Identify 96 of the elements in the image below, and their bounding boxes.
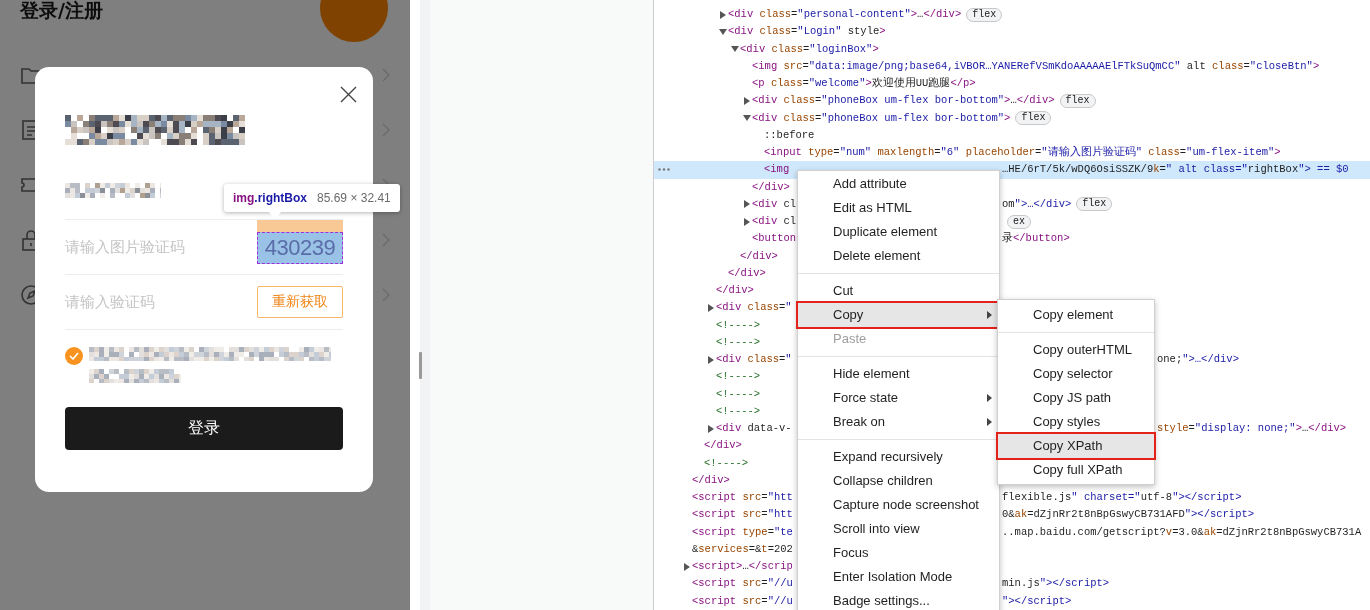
dom-node-text[interactable]: <!----> (716, 385, 761, 403)
page-title: 登录/注册 (19, 0, 104, 20)
dom-node-text[interactable]: <script src="//u (692, 592, 793, 610)
dom-node-text[interactable]: <!----> (716, 402, 761, 420)
dom-node-text[interactable]: </div> (740, 247, 778, 265)
dom-node-text[interactable]: <div class=" (716, 299, 792, 317)
menu-item[interactable]: Enter Isolation Mode (798, 565, 999, 589)
menu-item[interactable]: Edit as HTML (798, 196, 999, 220)
menu-item[interactable]: Copy XPath (998, 434, 1154, 458)
checkbox[interactable] (65, 347, 83, 365)
more-icon[interactable] (658, 168, 670, 172)
layout-badge[interactable]: flex (1076, 197, 1113, 212)
menu-item[interactable]: Hide element (798, 362, 999, 386)
dom-node-text[interactable]: "></script> (1002, 592, 1072, 610)
menu-item[interactable]: Expand recursively (798, 445, 999, 469)
dom-node-text[interactable]: <div class="phoneBox um-flex bor-bottom">…</div> (752, 92, 1055, 110)
dom-node-text[interactable]: <!----> (716, 368, 761, 386)
input-field[interactable]: 请输入图片验证码 (65, 238, 225, 256)
dom-node-text[interactable]: ..map.baidu.com/getscript?v=3.0&ak=dZjnRr2t8nBpGswyCB731A (1002, 523, 1362, 541)
dom-node-text[interactable]: &services=&t=202 (692, 540, 793, 558)
dom-node-text[interactable]: <button (752, 230, 797, 248)
menu-item[interactable]: Badge settings... (798, 589, 999, 610)
dom-node-text[interactable]: <input type="num" maxlength="6" placeholder="请输入图片验证码" class="um-flex-item"> (764, 144, 1281, 162)
disclosure-triangle-icon[interactable] (744, 96, 750, 105)
menu-item[interactable]: Delete element (798, 244, 999, 268)
selector-text: img.rightBox (233, 191, 307, 205)
disclosure-triangle-icon[interactable] (684, 562, 690, 571)
layout-badge[interactable]: flex (1059, 93, 1096, 108)
checkmark-icon (69, 352, 79, 360)
dom-node-text[interactable]: om">…</div> (1002, 195, 1072, 213)
dom-node-text[interactable]: <!----> (716, 333, 761, 351)
dom-node-text[interactable]: <!----> (716, 316, 761, 334)
disclosure-triangle-icon[interactable] (708, 303, 714, 312)
menu-item[interactable]: Copy selector (998, 362, 1154, 386)
menu-item[interactable]: Copy outerHTML (998, 338, 1154, 362)
menu-item[interactable]: Add attribute (798, 172, 999, 196)
dom-node-text[interactable]: <div class="personal-content">…</div> (728, 6, 962, 24)
dom-node-text[interactable]: …HE/6rT/5k/wDQ6OsiSSZK/9k=" alt class="rightBox"> == $0 (1002, 161, 1349, 179)
menu-item[interactable]: Copy element (998, 303, 1154, 327)
dom-node-text[interactable]: <div data-v- (716, 420, 792, 438)
dom-node-text[interactable]: style="display: none;">…</div> (1157, 420, 1347, 438)
layout-badge[interactable]: ex (1007, 214, 1031, 229)
resize-handle[interactable] (419, 352, 422, 379)
menu-item[interactable]: Force state (798, 386, 999, 410)
menu-item[interactable]: Duplicate element (798, 220, 999, 244)
menu-item[interactable]: Capture node screenshot (798, 493, 999, 517)
layout-badge[interactable]: flex (1015, 111, 1052, 126)
disclosure-triangle-icon[interactable] (708, 424, 714, 433)
dom-node-text[interactable]: <img (764, 161, 790, 179)
menu-item[interactable]: Copy full XPath (998, 458, 1154, 482)
disclosure-triangle-icon[interactable] (720, 10, 726, 19)
dom-node-text[interactable]: </div> (716, 282, 754, 300)
dom-node-text[interactable]: <script src="htt (692, 506, 793, 524)
dom-node-text[interactable]: <div cl (752, 213, 797, 231)
dom-node-text[interactable]: </div> (692, 471, 730, 489)
menu-item[interactable]: Copy styles (998, 410, 1154, 434)
menu-item[interactable]: Copy (798, 303, 999, 327)
dom-node-text[interactable]: flexible.js" charset="utf-8"></script> (1002, 489, 1242, 507)
dom-node-text[interactable]: <div class="loginBox"> (740, 40, 879, 58)
menu-item[interactable]: Cut (798, 279, 999, 303)
dom-node-text[interactable]: <div class=" (716, 351, 792, 369)
dom-node-text[interactable]: <div class="phoneBox um-flex bor-bottom"> (752, 109, 1011, 127)
menu-item: Paste (832, 330, 868, 348)
dom-node-text[interactable]: <p class="welcome">欢迎使用UU跑腿</p> (752, 75, 976, 93)
dom-node-text[interactable]: <script>…</scrip (692, 558, 793, 576)
disclosure-triangle-icon[interactable] (744, 200, 750, 209)
disclosure-triangle-icon[interactable] (719, 28, 727, 35)
dom-node-text[interactable]: </div> (752, 178, 790, 196)
dom-node-text[interactable]: one;">…</div> (1157, 351, 1239, 369)
dom-node-text[interactable]: <div cl (752, 195, 797, 213)
dom-node-text[interactable]: ::before (764, 126, 815, 144)
menu-item[interactable]: Focus (798, 541, 999, 565)
login-button[interactable]: 登录 (65, 407, 343, 450)
dom-node-text[interactable]: <!----> (704, 454, 749, 472)
size-text: 85.69 × 32.41 (317, 191, 391, 205)
disclosure-triangle-icon[interactable] (744, 217, 750, 226)
dom-node-text[interactable]: <script type="te (692, 523, 793, 541)
dom-node-text[interactable]: <div class="Login" style> (728, 23, 886, 41)
dom-node-text[interactable]: min.js"></script> (1002, 575, 1110, 593)
menu-item[interactable]: Break on (798, 410, 999, 434)
close-icon[interactable] (340, 86, 357, 103)
dom-node-text[interactable]: <script src="//u (692, 575, 793, 593)
dom-node-text[interactable]: </div> (728, 264, 766, 282)
disclosure-triangle-icon[interactable] (708, 355, 714, 364)
dom-node-text[interactable]: <img src="data:image/png;base64,iVBOR…YANERefVSmKdoAAAAAElFTkSuQmCC" alt class="closeBtn"> (752, 57, 1320, 75)
dom-node-text[interactable]: 0&ak=dZjnRr2t8nBpGswyCB731AFD"></script> (1002, 506, 1255, 524)
menu-item[interactable]: Scroll into view (798, 517, 999, 541)
menu-item[interactable]: Collapse children (798, 469, 999, 493)
layout-badge[interactable]: flex (966, 7, 1003, 22)
disclosure-triangle-icon[interactable] (743, 115, 751, 122)
input-field[interactable]: 请输入验证码 (65, 293, 225, 311)
dom-node-text[interactable]: <script src="htt (692, 489, 793, 507)
dom-node-text[interactable]: 录</button> (1002, 230, 1070, 248)
dom-node-text[interactable]: </div> (704, 437, 742, 455)
menu-item[interactable]: Copy JS path (998, 386, 1154, 410)
disclosure-triangle-icon[interactable] (731, 46, 739, 53)
